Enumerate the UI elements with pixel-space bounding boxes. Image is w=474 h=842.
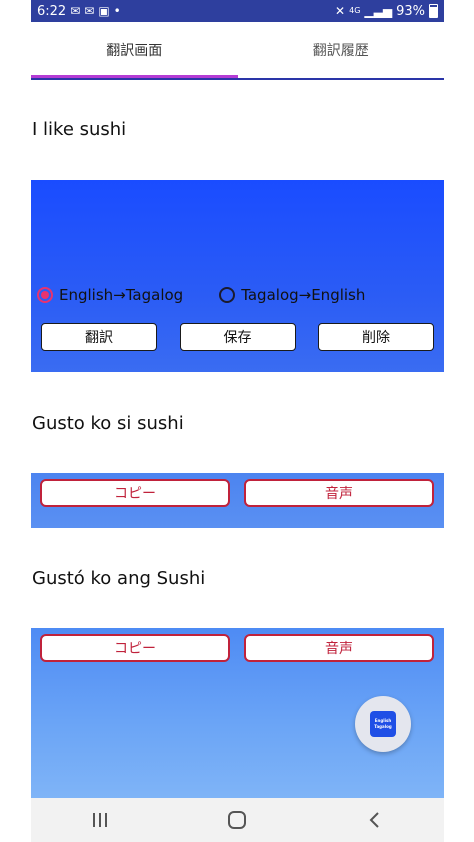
back-icon	[369, 812, 379, 828]
voice-button-1[interactable]: 音声	[244, 479, 434, 507]
gmail-icon: ✉	[70, 4, 81, 18]
result-text-2: Gustó ko ang Sushi	[32, 568, 206, 589]
voice-button-2[interactable]: 音声	[244, 634, 434, 662]
radio-tagalog-english[interactable]: Tagalog→English	[219, 286, 365, 304]
radio-english-tagalog-label: English→Tagalog	[59, 286, 184, 304]
status-right: ✕ 4G ▁▃▅ 93%	[335, 4, 438, 19]
signal-icon: ▁▃▅	[364, 4, 393, 18]
home-button[interactable]	[207, 800, 267, 840]
notification-icon: ▣	[98, 4, 110, 18]
status-time: 6:22	[37, 3, 67, 19]
delete-button[interactable]: 削除	[318, 323, 434, 351]
radio-unchecked-icon	[219, 287, 236, 303]
battery-percent: 93%	[396, 3, 425, 19]
mute-icon: ✕	[335, 4, 346, 18]
action-buttons: 翻訳 保存 削除	[41, 323, 434, 351]
battery-icon	[429, 4, 438, 18]
fab-line2: Tagalog	[374, 724, 392, 729]
dot-icon: •	[113, 4, 121, 18]
back-button[interactable]	[345, 800, 405, 840]
status-bar: 6:22 ✉ ✉ ▣ • ✕ 4G ▁▃▅ 93%	[31, 0, 444, 22]
home-icon	[228, 811, 247, 829]
tab-history[interactable]: 翻訳履歴	[238, 22, 445, 78]
result-buttons-1: コピー 音声	[40, 479, 434, 507]
tab-history-label: 翻訳履歴	[312, 43, 369, 59]
translate-button[interactable]: 翻訳	[41, 323, 157, 351]
result-text-1: Gusto ko si sushi	[32, 413, 184, 434]
radio-tagalog-english-label: Tagalog→English	[241, 286, 366, 304]
copy-button-1[interactable]: コピー	[40, 479, 230, 507]
input-text[interactable]: I like sushi	[32, 119, 126, 140]
result-panel-1: コピー 音声	[31, 473, 444, 528]
radio-english-tagalog[interactable]: English→Tagalog	[37, 286, 183, 304]
language-switch-icon: English Tagalog	[370, 711, 396, 737]
direction-radio-group: English→Tagalog Tagalog→English	[37, 286, 365, 304]
recent-apps-button[interactable]	[70, 800, 130, 840]
tab-bar: 翻訳画面 翻訳履歴	[31, 22, 444, 80]
save-button[interactable]: 保存	[179, 323, 296, 351]
result-buttons-2: コピー 音声	[40, 634, 434, 662]
copy-button-2[interactable]: コピー	[40, 634, 230, 662]
control-panel: English→Tagalog Tagalog→English 翻訳 保存 削除	[31, 180, 444, 372]
radio-checked-icon	[37, 287, 53, 303]
status-left: 6:22 ✉ ✉ ▣ •	[37, 4, 121, 19]
language-fab-button[interactable]: English Tagalog	[355, 696, 411, 752]
tab-translate[interactable]: 翻訳画面	[31, 22, 238, 78]
tab-translate-label: 翻訳画面	[106, 43, 163, 59]
gmail-icon-2: ✉	[84, 4, 95, 18]
network-type: 4G	[349, 6, 361, 15]
system-nav-bar	[31, 798, 444, 842]
recent-apps-icon	[92, 813, 107, 827]
